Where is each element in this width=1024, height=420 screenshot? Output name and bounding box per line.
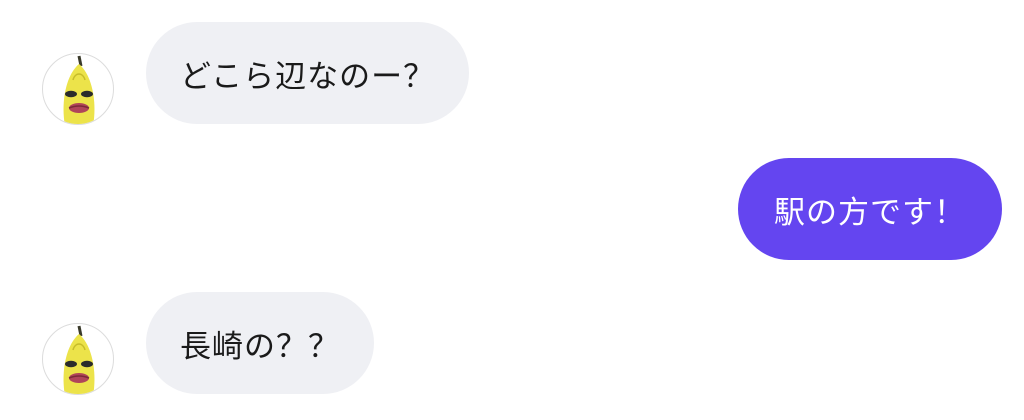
message-bubble-incoming[interactable]: 長崎の？？ [146, 292, 374, 394]
message-bubble-outgoing[interactable]: 駅の方です！ [738, 158, 1002, 260]
message-row-outgoing: 駅の方です！ [0, 158, 1024, 262]
message-text: 駅の方です！ [774, 194, 966, 231]
message-row-incoming: どこら辺なのー？ [0, 22, 1024, 126]
banana-avatar-icon[interactable] [42, 323, 114, 395]
message-text: どこら辺なのー？ [180, 58, 436, 95]
message-row-incoming: 長崎の？？ [0, 292, 1024, 396]
banana-avatar-icon[interactable] [42, 53, 114, 125]
message-text: 長崎の？？ [180, 328, 340, 365]
message-bubble-incoming[interactable]: どこら辺なのー？ [146, 22, 470, 124]
